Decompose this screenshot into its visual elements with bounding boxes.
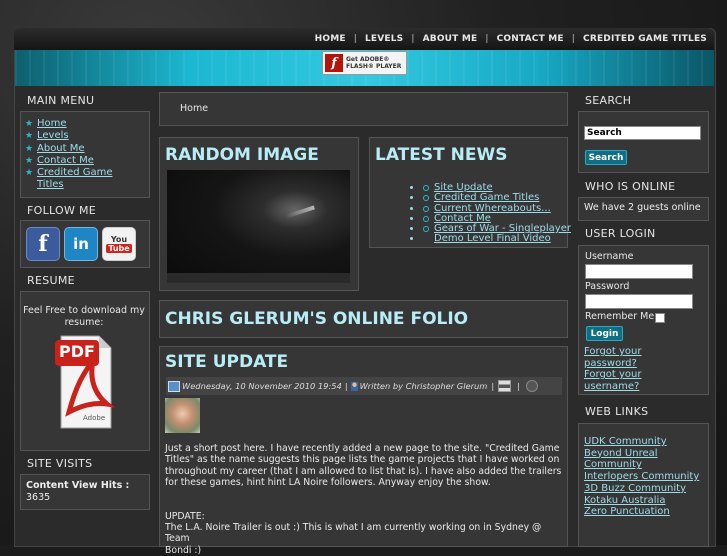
email-icon[interactable] <box>526 380 538 392</box>
visits-label: Content View Hits : <box>26 480 130 491</box>
forgot-username-line2: username? <box>584 380 640 392</box>
flash-line2: FLASH® PLAYER <box>346 63 402 70</box>
follow-me-title: FOLLOW ME <box>27 204 97 217</box>
light-beam <box>285 205 315 219</box>
main-menu-title: MAIN MENU <box>27 94 95 107</box>
random-image[interactable] <box>167 170 350 283</box>
article-title[interactable]: SITE UPDATE <box>165 352 288 372</box>
article-line: UPDATE: <box>165 510 205 522</box>
article-line <box>165 488 563 499</box>
image-caption-strip <box>167 273 350 283</box>
main-nav: HOME | LEVELS | ABOUT ME | CONTACT ME | … <box>315 34 707 44</box>
article-meta: Wednesday, 10 November 2010 19:54 | Writ… <box>166 377 562 395</box>
author-icon <box>350 381 358 391</box>
nav-separator: | <box>571 34 576 44</box>
search-button[interactable]: Search <box>585 150 627 165</box>
web-links-list: UDK Community Beyond Unreal Community In… <box>584 436 699 518</box>
menu-item-credited-game-titles-cont[interactable]: Titles <box>25 179 149 191</box>
facebook-icon[interactable]: f <box>26 227 60 261</box>
author-avatar <box>165 398 200 433</box>
pdf-label: PDF <box>59 342 95 361</box>
article-line: Titles" as the name suggests this page l… <box>165 454 560 466</box>
password-label: Password <box>585 281 630 292</box>
password-field[interactable] <box>585 294 693 309</box>
menu-item-contact-me[interactable]: Contact Me <box>25 155 149 168</box>
forgot-password-line1: Forgot your <box>584 346 642 357</box>
youtube-icon[interactable]: You Tube <box>102 227 136 261</box>
forgot-username-link[interactable]: Forgot your username? <box>584 369 642 392</box>
search-input[interactable] <box>584 126 701 140</box>
nav-separator: | <box>353 34 357 44</box>
flash-player-icon: f <box>325 54 343 72</box>
calendar-icon <box>168 380 180 392</box>
link-zero-punctuation[interactable]: Zero Punctuation <box>584 506 699 518</box>
online-text: We have 2 guests online <box>584 202 701 213</box>
get-flash-player-button[interactable]: f Get ADOBE® FLASH® PLAYER <box>322 51 407 75</box>
article-author: Written by Christopher Glerum <box>359 381 488 391</box>
remember-me-label: Remember Me <box>585 311 655 322</box>
search-title: SEARCH <box>585 94 632 107</box>
link-udk-community[interactable]: UDK Community <box>584 436 699 448</box>
article-body: Just a short post here. I have recently … <box>165 443 563 556</box>
menu-item-credited-game-titles[interactable]: Credited Game <box>25 167 149 180</box>
meta-separator: | <box>491 381 495 391</box>
flash-line1: Get ADOBE® <box>346 56 390 63</box>
who-is-online-title: WHO IS ONLINE <box>585 180 676 193</box>
article-date: Wednesday, 10 November 2010 19:54 <box>182 381 342 391</box>
link-beyond-unreal[interactable]: Beyond Unreal <box>584 448 699 460</box>
nav-levels[interactable]: LEVELS <box>365 34 403 44</box>
link-beyond-unreal-cont[interactable]: Community <box>584 459 699 471</box>
breadcrumb <box>159 92 568 126</box>
username-label: Username <box>585 251 634 262</box>
article-line: Bondi :) <box>165 544 202 556</box>
meta-separator: | <box>344 381 348 391</box>
nav-about-me[interactable]: ABOUT ME <box>423 34 478 44</box>
article-line: The L.A. Noire Trailer is out :) This is… <box>165 522 542 545</box>
nav-separator: | <box>411 34 415 44</box>
random-image-title: RANDOM IMAGE <box>165 145 319 165</box>
youtube-tube: Tube <box>106 244 132 253</box>
link-3d-buzz[interactable]: 3D Buzz Community <box>584 483 699 495</box>
user-login-title: USER LOGIN <box>585 227 656 240</box>
web-links-title: WEB LINKS <box>585 405 649 418</box>
nav-separator: | <box>485 34 489 44</box>
article-line: throughout my career (that I am allowed … <box>165 465 562 477</box>
resume-title: RESUME <box>27 274 75 287</box>
facebook-label: f <box>38 231 48 257</box>
forgot-password-line2: password? <box>584 357 637 369</box>
forgot-username-line1: Forgot your <box>584 369 642 380</box>
flash-label: Get ADOBE® FLASH® PLAYER <box>346 56 401 70</box>
nav-credited-game-titles[interactable]: CREDITED GAME TITLES <box>583 34 707 44</box>
print-icon[interactable] <box>498 380 512 392</box>
main-menu: Home Levels About Me Contact Me Credited… <box>20 111 150 198</box>
login-button[interactable]: Login <box>586 326 623 341</box>
linkedin-label: in <box>73 235 89 253</box>
link-interlopers[interactable]: Interlopers Community <box>584 471 699 483</box>
youtube-you: You <box>110 235 128 244</box>
forgot-password-link[interactable]: Forgot your password? <box>584 346 642 369</box>
latest-news-list: Site Update Credited Game Titles Current… <box>382 182 602 245</box>
link-kotaku[interactable]: Kotaku Australia <box>584 495 699 507</box>
breadcrumb-home[interactable]: Home <box>180 103 208 114</box>
nav-home[interactable]: HOME <box>315 34 346 44</box>
menu-item-about-me[interactable]: About Me <box>25 143 149 156</box>
menu-item-levels[interactable]: Levels <box>25 130 149 143</box>
article-line: Just a short post here. I have recently … <box>165 443 560 454</box>
article-line <box>165 499 563 510</box>
adobe-label: Adobe <box>83 414 106 422</box>
article-line: for these games, hint hint LA Noire foll… <box>165 476 491 488</box>
nav-contact-me[interactable]: CONTACT ME <box>497 34 564 44</box>
pdf-download-icon[interactable]: PDF Adobe <box>55 332 116 430</box>
username-field[interactable] <box>585 264 693 279</box>
linkedin-icon[interactable]: in <box>64 227 98 261</box>
visits-count: 3635 <box>26 492 51 503</box>
menu-item-home[interactable]: Home <box>25 118 149 131</box>
meta-separator: | <box>517 381 520 391</box>
site-visits-title: SITE VISITS <box>27 457 93 470</box>
latest-news-title: LATEST NEWS <box>375 145 508 165</box>
resume-text: Feel Free to download my resume: <box>23 305 145 328</box>
news-item-gears-of-war-cont[interactable]: Demo Level Final Video <box>422 234 602 245</box>
remember-me-checkbox[interactable] <box>655 313 665 323</box>
folio-title: CHRIS GLERUM'S ONLINE FOLIO <box>165 309 469 329</box>
